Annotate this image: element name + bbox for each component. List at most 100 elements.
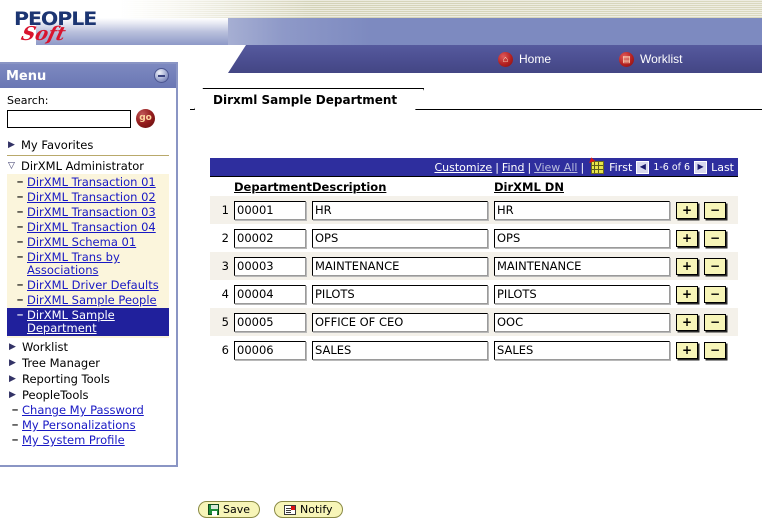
sidebar-item-dirxml-administrator[interactable]: ▽ DirXML Administrator [7, 158, 169, 174]
sidebar-item-change-my-password[interactable]: – Change My Password [8, 403, 169, 418]
pager-prev-icon[interactable]: ◀ [636, 160, 650, 174]
grid-header-description[interactable]: Description [312, 180, 386, 194]
pager-first-label[interactable]: First [609, 161, 632, 174]
nav-link-worklist-label: Worklist [640, 52, 683, 66]
sidebar-item-my-favorites-label: My Favorites [21, 138, 94, 152]
sidebar-link-dirxml-sample-people[interactable]: DirXML Sample People [27, 294, 157, 307]
nav-link-home[interactable]: ⌂ Home [498, 51, 551, 67]
delete-row-button[interactable]: − [704, 341, 726, 359]
add-row-button[interactable]: + [676, 341, 698, 359]
description-field[interactable] [312, 256, 488, 276]
sidebar-link-dirxml-transaction-01[interactable]: DirXML Transaction 01 [27, 176, 156, 189]
sidebar-item-tree-manager[interactable]: ▶ Tree Manager [8, 355, 169, 371]
find-link[interactable]: Find [502, 161, 525, 174]
sidebar-link-dirxml-transaction-04[interactable]: DirXML Transaction 04 [27, 221, 156, 234]
chevron-right-icon: ▶ [8, 140, 15, 150]
sidebar-item-my-favorites[interactable]: ▶ My Favorites [7, 137, 169, 153]
add-row-button[interactable]: + [676, 285, 698, 303]
dirxml-dn-field[interactable] [494, 228, 670, 248]
sidebar-item-dirxml-transaction-01[interactable]: – DirXML Transaction 01 [7, 175, 169, 190]
chevron-right-icon: ▶ [9, 358, 16, 368]
sidebar-item-dirxml-transaction-02[interactable]: – DirXML Transaction 02 [7, 190, 169, 205]
main-content: Dirxml Sample Department Customize | Fin… [190, 80, 762, 531]
department-field[interactable] [234, 284, 306, 304]
sidebar-item-my-personalizations[interactable]: – My Personalizations [8, 418, 169, 433]
department-field[interactable] [234, 228, 306, 248]
sidebar-link-dirxml-trans-by-associations[interactable]: DirXML Trans by Associations [27, 251, 169, 277]
sidebar-item-dirxml-transaction-04[interactable]: – DirXML Transaction 04 [7, 220, 169, 235]
sidebar-item-peopletools-label: PeopleTools [22, 388, 89, 402]
add-row-button[interactable]: + [676, 313, 698, 331]
sidebar-link-my-personalizations[interactable]: My Personalizations [22, 419, 136, 432]
description-field[interactable] [312, 200, 488, 220]
dirxml-dn-field[interactable] [494, 340, 670, 360]
description-field[interactable] [312, 228, 488, 248]
department-field[interactable] [234, 256, 306, 276]
dirxml-dn-field[interactable] [494, 256, 670, 276]
bullet-dash-icon: – [17, 191, 24, 203]
delete-row-button[interactable]: − [704, 229, 726, 247]
sidebar-item-dirxml-transaction-03[interactable]: – DirXML Transaction 03 [7, 205, 169, 220]
notify-button[interactable]: Notify [274, 501, 343, 518]
grid-header-dirxml-dn[interactable]: DirXML DN [494, 180, 564, 194]
sidebar-item-dirxml-sample-people[interactable]: – DirXML Sample People [7, 293, 169, 308]
add-row-button[interactable]: + [676, 201, 698, 219]
bullet-dash-icon: – [17, 294, 24, 306]
sidebar-item-my-system-profile[interactable]: – My System Profile [8, 433, 169, 448]
search-input[interactable] [7, 109, 131, 128]
department-field[interactable] [234, 200, 306, 220]
nav-link-worklist[interactable]: ▤ Worklist [619, 51, 683, 67]
sidebar-item-reporting-tools[interactable]: ▶ Reporting Tools [8, 371, 169, 387]
view-all-link[interactable]: View All [534, 161, 577, 174]
add-row-button[interactable]: + [676, 257, 698, 275]
row-number: 6 [221, 343, 229, 357]
banner-tan-band [120, 0, 762, 18]
toolbar-separator: | [580, 160, 585, 174]
dirxml-dn-field[interactable] [494, 200, 670, 220]
sidebar-item-dirxml-trans-by-associations[interactable]: – DirXML Trans by Associations [7, 250, 169, 278]
sidebar-link-my-system-profile[interactable]: My System Profile [22, 434, 125, 447]
department-field[interactable] [234, 312, 306, 332]
description-field[interactable] [312, 284, 488, 304]
sidebar-link-dirxml-transaction-03[interactable]: DirXML Transaction 03 [27, 206, 156, 219]
home-icon: ⌂ [498, 51, 513, 67]
sidebar-item-dirxml-sample-department[interactable]: – DirXML Sample Department [7, 308, 169, 336]
search-go-button[interactable]: go [136, 109, 155, 128]
minimize-icon[interactable] [154, 68, 169, 83]
grid-header-department[interactable]: Department [234, 180, 312, 194]
bullet-dash-icon: – [17, 206, 24, 218]
sidebar-link-dirxml-schema-01[interactable]: DirXML Schema 01 [27, 236, 136, 249]
delete-row-button[interactable]: − [704, 201, 726, 219]
bullet-dash-icon: – [12, 419, 19, 431]
save-button[interactable]: Save [198, 501, 261, 518]
sidebar-item-dirxml-driver-defaults[interactable]: – DirXML Driver Defaults [7, 278, 169, 293]
dirxml-dn-field[interactable] [494, 312, 670, 332]
dirxml-dn-field[interactable] [494, 284, 670, 304]
sidebar-item-worklist[interactable]: ▶ Worklist [8, 339, 169, 355]
description-field[interactable] [312, 340, 488, 360]
menu-tree: ▶ My Favorites ▽ DirXML Administrator – … [7, 137, 169, 449]
sidebar-item-peopletools[interactable]: ▶ PeopleTools [8, 387, 169, 403]
tab-dirxml-sample-department[interactable]: Dirxml Sample Department [194, 88, 424, 110]
delete-row-button[interactable]: − [704, 313, 726, 331]
peoplesoft-page: PEOPLE Soft ⌂ Home ▤ Worklist Menu Searc… [0, 0, 762, 531]
search-label: Search: [7, 94, 49, 107]
customize-link[interactable]: Customize [434, 161, 492, 174]
chevron-down-icon: ▽ [8, 161, 15, 171]
add-row-button[interactable]: + [676, 229, 698, 247]
sidebar-link-dirxml-sample-department[interactable]: DirXML Sample Department [27, 309, 169, 335]
delete-row-button[interactable]: − [704, 285, 726, 303]
logo-soft-text: Soft [19, 23, 68, 45]
description-field[interactable] [312, 312, 488, 332]
sidebar-item-dirxml-schema-01[interactable]: – DirXML Schema 01 [7, 235, 169, 250]
department-field[interactable] [234, 340, 306, 360]
sidebar-link-dirxml-transaction-02[interactable]: DirXML Transaction 02 [27, 191, 156, 204]
row-number: 5 [221, 315, 229, 329]
sidebar-item-reporting-tools-label: Reporting Tools [22, 372, 110, 386]
sidebar-link-dirxml-driver-defaults[interactable]: DirXML Driver Defaults [27, 279, 159, 292]
pager-last-label[interactable]: Last [711, 161, 734, 174]
sidebar-link-change-my-password[interactable]: Change My Password [22, 404, 144, 417]
pager-next-icon[interactable]: ▶ [694, 160, 708, 174]
delete-row-button[interactable]: − [704, 257, 726, 275]
spreadsheet-download-icon[interactable] [591, 160, 605, 174]
